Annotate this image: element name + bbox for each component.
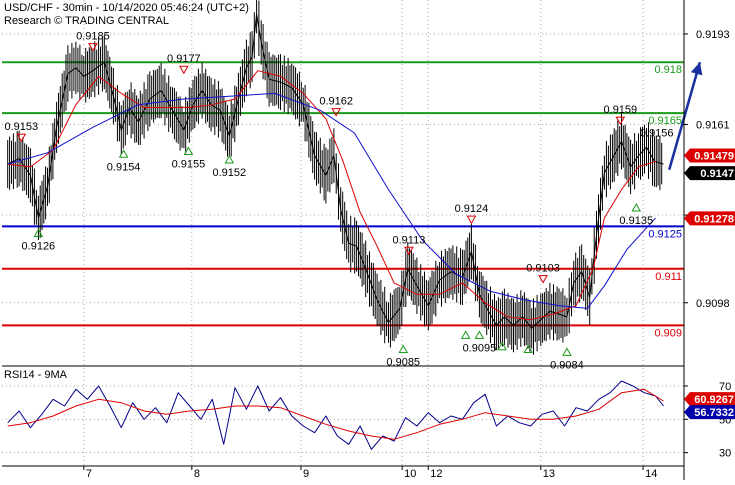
annotation-label: 0.9095 — [463, 342, 497, 354]
x-tick-label: 12 — [430, 468, 442, 480]
y-tick-label: 0.9193 — [696, 29, 730, 41]
chart-svg: 0.918 0.9165 0.9125 0.911 0.909 0.9185 0.9177… — [0, 0, 735, 480]
annotation-label: 0.9154 — [107, 161, 141, 173]
rsi-title: RSI14 - 9MA — [4, 369, 68, 381]
x-tick-label: 10 — [404, 468, 416, 480]
y-tick-label: 0.9098 — [696, 298, 730, 310]
annotation-label: 0.9135 — [619, 215, 653, 227]
rsi-tick-label: 30 — [719, 448, 731, 460]
annotation-label: 0.9162 — [319, 96, 353, 108]
annotation-label: 0.9126 — [22, 241, 56, 253]
rsi-tag-label: 56.7332 — [694, 407, 734, 419]
y-tick-label: 0.9161 — [696, 119, 730, 131]
annotation-label: 0.9159 — [604, 104, 638, 116]
annotation-label: 0.9085 — [386, 357, 420, 369]
level-label: 0.909 — [654, 327, 682, 339]
chart-title: USD/CHF - 30min - 10/14/2020 05:46:24 (U… — [4, 2, 249, 14]
rsi-tag-label: 60.9267 — [694, 394, 734, 406]
x-tick-label: 7 — [86, 468, 92, 480]
level-label: 0.911 — [655, 271, 682, 283]
annotation-label: 0.9156 — [640, 128, 674, 140]
annotation-label: 0.9124 — [455, 203, 489, 215]
price-tag-label: 0.91479 — [694, 151, 734, 163]
annotation-label: 0.9177 — [167, 53, 201, 65]
price-tag-label: 0.91278 — [694, 213, 734, 225]
rsi-tick-label: 70 — [719, 381, 731, 393]
chart-subtitle: Research © TRADING CENTRAL — [4, 15, 169, 27]
level-label: 0.9165 — [648, 115, 682, 127]
annotation-label: 0.9155 — [172, 158, 206, 170]
annotation-label: 0.9152 — [213, 167, 247, 179]
annotation-label: 0.9084 — [550, 359, 584, 371]
x-tick-label: 9 — [303, 468, 309, 480]
level-label: 0.9125 — [648, 228, 682, 240]
annotation-label: 0.9113 — [393, 234, 426, 246]
annotation-label: 0.9185 — [76, 31, 110, 43]
annotation-label: 0.9103 — [526, 263, 560, 275]
price-tag-label: 0.9147 — [700, 168, 734, 180]
annotation-label: 0.9153 — [4, 121, 38, 133]
x-tick-label: 13 — [543, 468, 555, 480]
x-tick-label: 8 — [194, 468, 200, 480]
chart-root: 0.918 0.9165 0.9125 0.911 0.909 0.9185 0.9177… — [0, 0, 735, 480]
x-tick-label: 14 — [645, 468, 657, 480]
level-label: 0.918 — [654, 64, 682, 76]
